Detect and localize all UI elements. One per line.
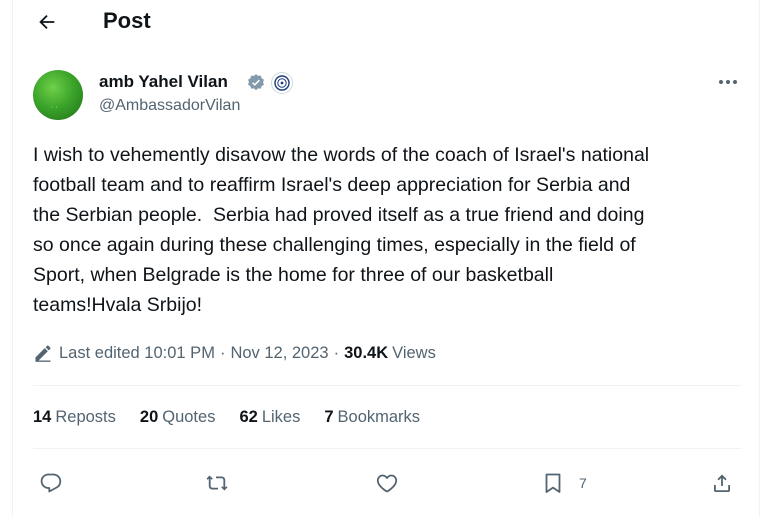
reposts-label: Reposts	[55, 408, 116, 426]
bookmark-icon	[545, 473, 561, 493]
likes-label: Likes	[261, 408, 301, 426]
reposts-count: 14	[33, 408, 52, 426]
author-name[interactable]: amb Yahel Vilan	[99, 72, 228, 92]
avatar[interactable]: · ·	[33, 70, 83, 120]
action-bar: 7	[33, 466, 741, 500]
bookmarks-label: Bookmarks	[337, 408, 421, 426]
share-button[interactable]	[710, 466, 734, 500]
share-icon	[714, 474, 730, 492]
reply-button[interactable]	[39, 466, 63, 500]
divider	[33, 448, 741, 449]
more-dots-icon	[719, 80, 737, 84]
repost-icon	[206, 475, 228, 491]
pencil-icon	[35, 345, 51, 362]
quotes-count: 20	[139, 408, 159, 426]
affiliation-badge-icon[interactable]	[271, 72, 293, 94]
post-text: I wish to vehemently disavow the words o…	[33, 144, 650, 316]
bookmark-button[interactable]: 7	[541, 466, 587, 500]
meta-separator-2: ·	[333, 343, 340, 362]
views-label: Views	[392, 343, 436, 362]
reposts-stat[interactable]: 14 Reposts	[33, 408, 116, 427]
engagement-stats: 14 Reposts 20 Quotes 62 Likes 7 Bookmarks	[33, 408, 444, 427]
page-title: Post	[103, 8, 151, 33]
verified-badge-icon[interactable]	[246, 73, 266, 93]
back-button[interactable]	[31, 6, 63, 38]
avatar-mark: · ·	[51, 104, 58, 111]
bookmarks-stat[interactable]: 7 Bookmarks	[324, 408, 420, 427]
more-options-button[interactable]	[713, 70, 743, 94]
author-handle[interactable]: @AmbassadorVilan	[99, 97, 240, 115]
views-count: 30.4K	[344, 343, 389, 362]
likes-stat[interactable]: 62 Likes	[239, 408, 300, 427]
last-edited-link[interactable]: Last edited 10:01 PM	[59, 344, 215, 363]
like-button[interactable]	[375, 466, 399, 500]
heart-icon	[376, 474, 398, 493]
quotes-stat[interactable]: 20 Quotes	[140, 408, 216, 427]
likes-count: 62	[239, 408, 258, 426]
arrow-left-icon	[39, 14, 55, 30]
meta-separator: ·	[219, 343, 226, 362]
post-meta: Last edited 10:01 PM · Nov 12, 2023 · 30…	[33, 340, 436, 366]
divider	[33, 385, 741, 386]
bookmarks-count: 7	[324, 408, 334, 426]
post-date-link[interactable]: Nov 12, 2023	[230, 344, 328, 363]
post-container: Post · · amb Yahel Vilan @AmbassadorVila…	[12, 0, 760, 516]
quotes-label: Quotes	[162, 408, 216, 426]
reply-icon	[40, 473, 62, 493]
repost-button[interactable]	[205, 466, 229, 500]
header: Post	[13, 0, 761, 46]
bookmark-count: 7	[579, 475, 587, 491]
emblem-icon	[274, 75, 290, 91]
